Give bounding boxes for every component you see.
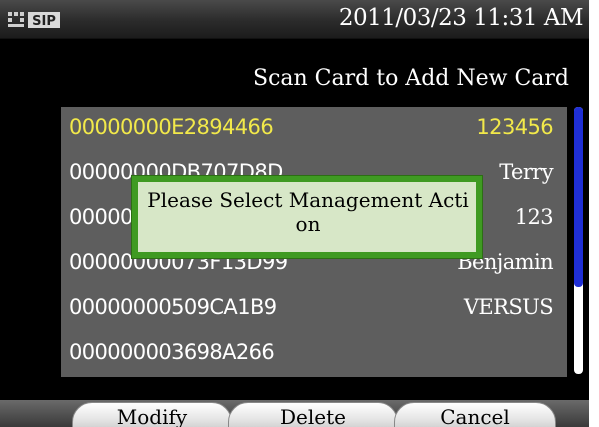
cancel-button[interactable]: Cancel	[394, 402, 556, 427]
modify-button[interactable]: Modify	[72, 402, 232, 427]
card-id: 00000000E2894466	[69, 115, 274, 139]
card-name: 123456	[476, 115, 553, 139]
sip-network-icon: SIP	[8, 12, 60, 29]
scrollbar-thumb[interactable]	[574, 107, 583, 287]
sip-badge-text: SIP	[32, 14, 56, 29]
instruction-text: Scan Card to Add New Card	[253, 66, 569, 91]
device-screen: SIP 2011/03/23 11:31 AM Scan Card to Add…	[0, 0, 599, 427]
dialog-message: Please Select Management Action	[147, 188, 469, 236]
list-item[interactable]: 00000000E2894466 123456	[61, 107, 567, 151]
card-id: 00000000509CA1B9	[69, 295, 277, 319]
management-action-dialog: Please Select Management Action	[132, 176, 482, 258]
delete-button[interactable]: Delete	[228, 402, 398, 427]
status-bar: SIP 2011/03/23 11:31 AM	[0, 0, 589, 39]
list-scrollbar[interactable]	[574, 107, 583, 374]
list-item[interactable]: 000000003698A266	[61, 332, 567, 376]
card-id: 000000003698A266	[69, 340, 275, 364]
softkey-bar: Modify Delete Cancel	[0, 400, 589, 427]
card-name: VERSUS	[463, 295, 554, 319]
clock: 2011/03/23 11:31 AM	[338, 5, 584, 31]
list-item[interactable]: 00000000509CA1B9 VERSUS	[61, 287, 567, 331]
screen-border	[589, 0, 599, 427]
card-name: 123	[514, 205, 554, 229]
card-name: Terry	[499, 160, 553, 184]
